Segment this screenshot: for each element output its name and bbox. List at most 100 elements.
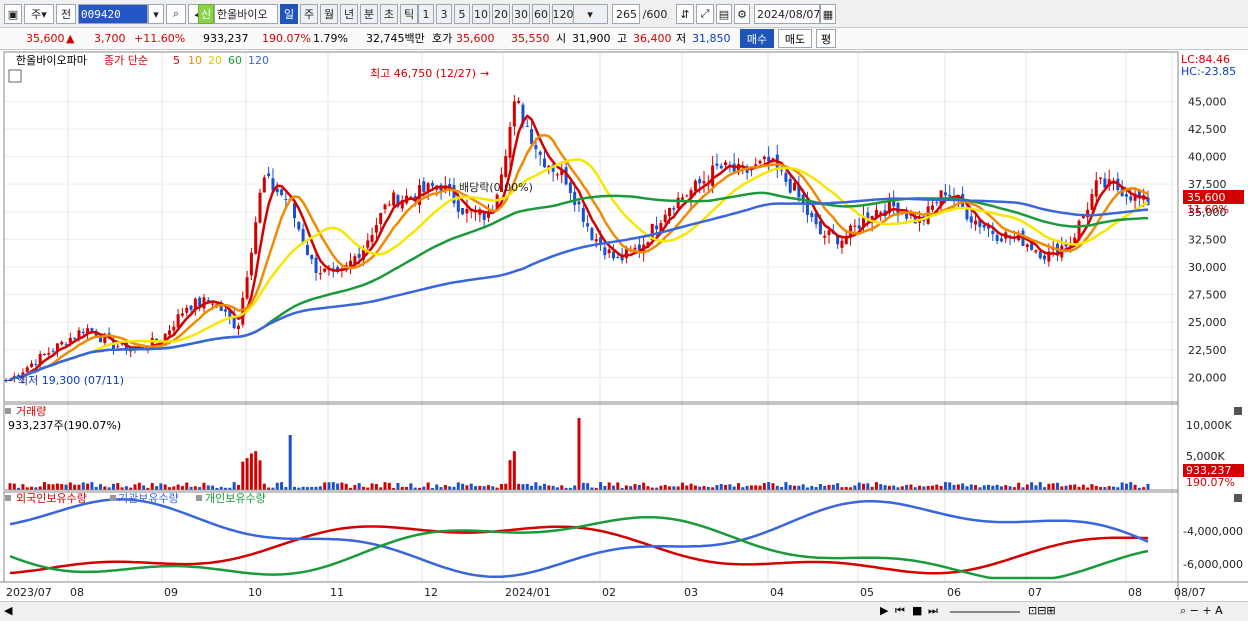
holdings-close-icon[interactable]	[1234, 494, 1242, 502]
volume-bar-188	[818, 483, 822, 490]
volume-bar-146	[637, 484, 641, 490]
y-axis-labels: 45,00042,50040,00037,50035,00032,50030,0…	[1183, 95, 1243, 571]
ma120-legend: 120	[248, 54, 269, 67]
candle-body-133	[581, 208, 585, 222]
volume-bars	[8, 418, 1150, 490]
scrollbar[interactable]: ◀ ▶ ⏮ ■ ⏭ ⊡⊟⊞ ⌕ − + A	[0, 601, 1248, 621]
volume-bar-261	[1133, 484, 1137, 490]
volume-bar-119	[521, 484, 525, 490]
price-tick-0: 45,000	[1188, 95, 1227, 108]
volume-bar-152	[663, 484, 667, 490]
scroll-left-icon[interactable]: ◀	[4, 604, 12, 617]
indiv-marker	[196, 495, 202, 501]
candle-body-222	[965, 209, 969, 220]
candle-body-105	[461, 208, 465, 215]
volume-close-icon[interactable]	[1234, 407, 1242, 415]
x-tick-9: 04	[770, 586, 784, 599]
candle-body-17	[81, 331, 85, 334]
volume-bar-12	[60, 484, 64, 490]
price-tick-8: 25,000	[1188, 316, 1227, 329]
volume-bar-147	[642, 482, 646, 490]
candle-body-89	[392, 192, 396, 206]
volume-bar-192	[836, 483, 840, 490]
candle-body-87	[383, 204, 387, 210]
volume-bar-43	[193, 486, 197, 490]
volume-bar-18	[86, 483, 90, 490]
volume-bar-148	[646, 486, 650, 490]
view-icons[interactable]: ⊡⊟⊞	[1028, 604, 1056, 617]
volume-bar-173	[754, 485, 758, 490]
volume-bar-184	[801, 484, 805, 490]
ma60-line	[9, 191, 1149, 381]
rewind-icon[interactable]: ⏮	[895, 604, 905, 618]
candle-body-240	[1043, 255, 1047, 260]
volume-bar-15	[73, 484, 77, 490]
x-axis-labels: 2023/07 08 09 10 11 12 2024/01 02 03 04 05 06 07 08 08…	[6, 586, 1206, 599]
volume-bar-230	[999, 486, 1003, 490]
volume-bar-141	[616, 482, 620, 490]
table-icon[interactable]	[8, 69, 22, 83]
candle-body-81	[357, 253, 361, 258]
volume-bar-231	[1004, 485, 1008, 490]
volume-bar-11	[55, 483, 59, 490]
candle-body-53	[236, 325, 240, 330]
volume-bar-153	[668, 486, 672, 490]
volume-bar-97	[426, 482, 430, 490]
candle-body-84	[370, 235, 374, 242]
volume-bar-63	[280, 482, 284, 490]
volume-bar-164	[715, 485, 719, 490]
x-tick-8: 03	[684, 586, 698, 599]
candle-body-57	[254, 222, 258, 254]
volume-bar-165	[719, 484, 723, 490]
forward-icon[interactable]: ⏭	[928, 604, 938, 618]
candle-body-56	[249, 252, 253, 276]
volume-bar-229	[995, 484, 999, 490]
candle-body-182	[793, 182, 797, 191]
volume-bar-45	[202, 482, 206, 490]
volume-bar-74	[327, 482, 331, 490]
candle-body-197	[857, 225, 861, 229]
volume-bar-190	[827, 484, 831, 490]
volume-bar-221	[961, 483, 965, 490]
candle-body-86	[379, 212, 383, 225]
volume-bar-10	[51, 484, 55, 490]
volume-bar-247	[1073, 484, 1077, 490]
institution-holdings-legend: 기관보유수량	[118, 492, 179, 505]
candle-body-124	[543, 158, 547, 168]
volume-bar-122	[534, 482, 538, 490]
candle-body-228	[991, 230, 995, 235]
zoom-slider[interactable]	[950, 611, 1020, 613]
volume-bar-197	[857, 482, 861, 490]
volume-bar-36	[163, 484, 167, 490]
high-annotation: 최고 46,750 (12/27)	[370, 67, 476, 80]
panel-frame-2	[3, 491, 1179, 583]
candle-body-134	[586, 223, 590, 227]
volume-bar-85	[374, 484, 378, 490]
candle-body-118	[517, 100, 521, 103]
candle-body-60	[267, 173, 271, 177]
volume-bar-58	[258, 460, 262, 490]
volume-bar-39	[176, 484, 180, 490]
candle-body-132	[577, 201, 581, 205]
price-tick-6: 30,000	[1188, 261, 1227, 274]
panel-frame-1	[3, 403, 1179, 491]
volume-bar-107	[469, 483, 473, 490]
candle-body-64	[284, 198, 288, 200]
candle-body-196	[853, 225, 857, 227]
zoom-icons[interactable]: ⌕ − + A	[1180, 604, 1223, 618]
volume-current-pct: 190.07%	[1186, 476, 1235, 489]
volume-bar-219	[952, 484, 956, 490]
scroll-right-icon[interactable]: ▶	[880, 604, 888, 617]
volume-bar-132	[577, 418, 581, 490]
candle-body-145	[633, 247, 637, 250]
volume-bar-131	[573, 485, 577, 490]
x-tick-14: 08/07	[1174, 586, 1206, 599]
volume-bar-180	[784, 482, 788, 490]
volume-bar-1	[12, 483, 16, 490]
volume-bar-117	[512, 451, 516, 490]
volume-bar-55	[245, 458, 249, 490]
stop-icon[interactable]: ■	[912, 604, 922, 617]
volume-bar-59	[262, 483, 266, 490]
candle-body-121	[530, 129, 534, 145]
volume-bar-21	[99, 484, 103, 490]
